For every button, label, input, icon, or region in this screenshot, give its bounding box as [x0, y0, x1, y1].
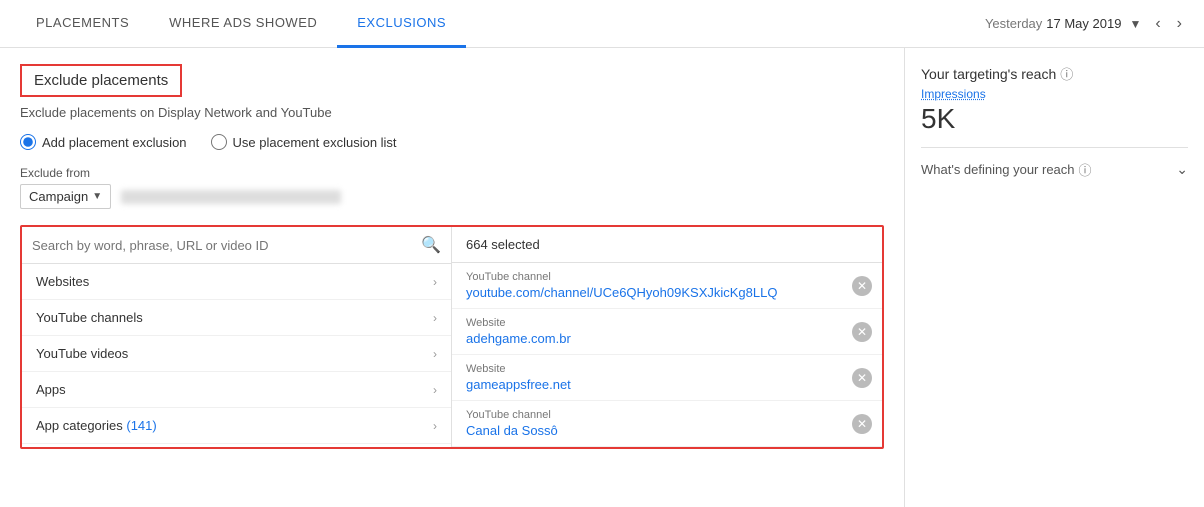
search-icon: 🔍 [421, 235, 441, 255]
campaign-dropdown-label: Campaign [29, 189, 88, 204]
category-youtube-channels[interactable]: YouTube channels › [22, 300, 451, 336]
item-value: adehgame.com.br [466, 331, 846, 346]
category-youtube-channels-label: YouTube channels [36, 310, 143, 325]
selected-items-list: YouTube channel youtube.com/channel/UCe6… [452, 263, 882, 447]
selected-item: YouTube channel Canal da Sossô ✕ [452, 401, 882, 447]
main-layout: Exclude placements Exclude placements on… [0, 48, 1204, 507]
selected-item: Website gameappsfree.net ✕ [452, 355, 882, 401]
item-value: Canal da Sossô [466, 423, 846, 438]
category-websites-chevron: › [433, 275, 437, 289]
item-value: gameappsfree.net [466, 377, 846, 392]
radio-use-list-input[interactable] [211, 134, 227, 150]
remove-item-button[interactable]: ✕ [852, 368, 872, 388]
radio-use-list-label: Use placement exclusion list [233, 135, 397, 150]
remove-item-button[interactable]: ✕ [852, 414, 872, 434]
app-categories-badge: (141) [126, 418, 156, 433]
exclude-placements-subtitle: Exclude placements on Display Network an… [20, 105, 884, 120]
category-youtube-videos[interactable]: YouTube videos › [22, 336, 451, 372]
selected-item: Website adehgame.com.br ✕ [452, 309, 882, 355]
radio-group: Add placement exclusion Use placement ex… [20, 134, 884, 150]
date-dropdown-arrow[interactable]: ▼ [1125, 15, 1145, 33]
campaign-dropdown[interactable]: Campaign ▼ [20, 184, 111, 209]
category-youtube-videos-chevron: › [433, 347, 437, 361]
category-apps-chevron: › [433, 383, 437, 397]
bottom-panel: 🔍 Websites › YouTube channels › YouTube … [20, 225, 884, 449]
exclude-placements-header: Exclude placements [20, 64, 182, 97]
sidebar-title: Your targeting's reach ⓘ [921, 64, 1188, 83]
date-navigator: Yesterday 17 May 2019 ▼ ‹ › [985, 11, 1188, 37]
defining-reach-row: What's defining your reach ⓘ ⌄ [921, 147, 1188, 179]
radio-add-exclusion[interactable]: Add placement exclusion [20, 134, 187, 150]
category-youtube-videos-label: YouTube videos [36, 346, 128, 361]
selected-count: 664 selected [452, 227, 882, 263]
blurred-campaign-name [121, 190, 341, 204]
item-type: YouTube channel [466, 409, 846, 421]
category-app-categories-label: App categories (141) [36, 418, 157, 433]
category-websites-label: Websites [36, 274, 89, 289]
targeting-reach-help-icon[interactable]: ⓘ [1060, 64, 1073, 83]
right-sidebar: Your targeting's reach ⓘ Impressions 5K … [904, 48, 1204, 507]
tab-placements[interactable]: PLACEMENTS [16, 0, 149, 48]
category-apps-label: Apps [36, 382, 66, 397]
top-tab-bar: PLACEMENTS WHERE ADS SHOWED EXCLUSIONS Y… [0, 0, 1204, 48]
category-websites[interactable]: Websites › [22, 264, 451, 300]
impressions-label[interactable]: Impressions [921, 87, 1188, 101]
item-type: Website [466, 317, 846, 329]
item-type: YouTube channel [466, 271, 846, 283]
left-content: Exclude placements Exclude placements on… [0, 48, 904, 507]
date-prev-button[interactable]: ‹ [1149, 11, 1166, 37]
placement-category-list: Websites › YouTube channels › YouTube vi… [22, 264, 451, 444]
exclude-from-label: Exclude from [20, 166, 884, 180]
category-apps[interactable]: Apps › [22, 372, 451, 408]
radio-add-exclusion-input[interactable] [20, 134, 36, 150]
date-prefix: Yesterday [985, 16, 1042, 31]
defining-reach-help-icon[interactable]: ⓘ [1079, 160, 1092, 179]
category-app-categories[interactable]: App categories (141) › [22, 408, 451, 444]
remove-item-button[interactable]: ✕ [852, 276, 872, 296]
defining-reach-chevron[interactable]: ⌄ [1176, 161, 1188, 178]
tab-exclusions[interactable]: EXCLUSIONS [337, 0, 466, 48]
search-panel: 🔍 Websites › YouTube channels › YouTube … [22, 227, 452, 447]
search-input[interactable] [32, 238, 415, 253]
search-box: 🔍 [22, 227, 451, 264]
item-value: youtube.com/channel/UCe6QHyoh09KSXJkicKg… [466, 285, 846, 300]
tab-where-ads-showed[interactable]: WHERE ADS SHOWED [149, 0, 337, 48]
impressions-value: 5K [921, 103, 1188, 135]
exclude-from-row: Campaign ▼ [20, 184, 884, 209]
radio-use-list[interactable]: Use placement exclusion list [211, 134, 397, 150]
date-next-button[interactable]: › [1171, 11, 1188, 37]
date-value: 17 May 2019 [1046, 16, 1121, 31]
item-type: Website [466, 363, 846, 375]
selected-item: YouTube channel youtube.com/channel/UCe6… [452, 263, 882, 309]
defining-reach-text: What's defining your reach ⓘ [921, 160, 1092, 179]
category-youtube-channels-chevron: › [433, 311, 437, 325]
campaign-dropdown-arrow: ▼ [92, 191, 102, 202]
selected-panel: 664 selected YouTube channel youtube.com… [452, 227, 882, 447]
radio-add-exclusion-label: Add placement exclusion [42, 135, 187, 150]
remove-item-button[interactable]: ✕ [852, 322, 872, 342]
category-app-categories-chevron: › [433, 419, 437, 433]
